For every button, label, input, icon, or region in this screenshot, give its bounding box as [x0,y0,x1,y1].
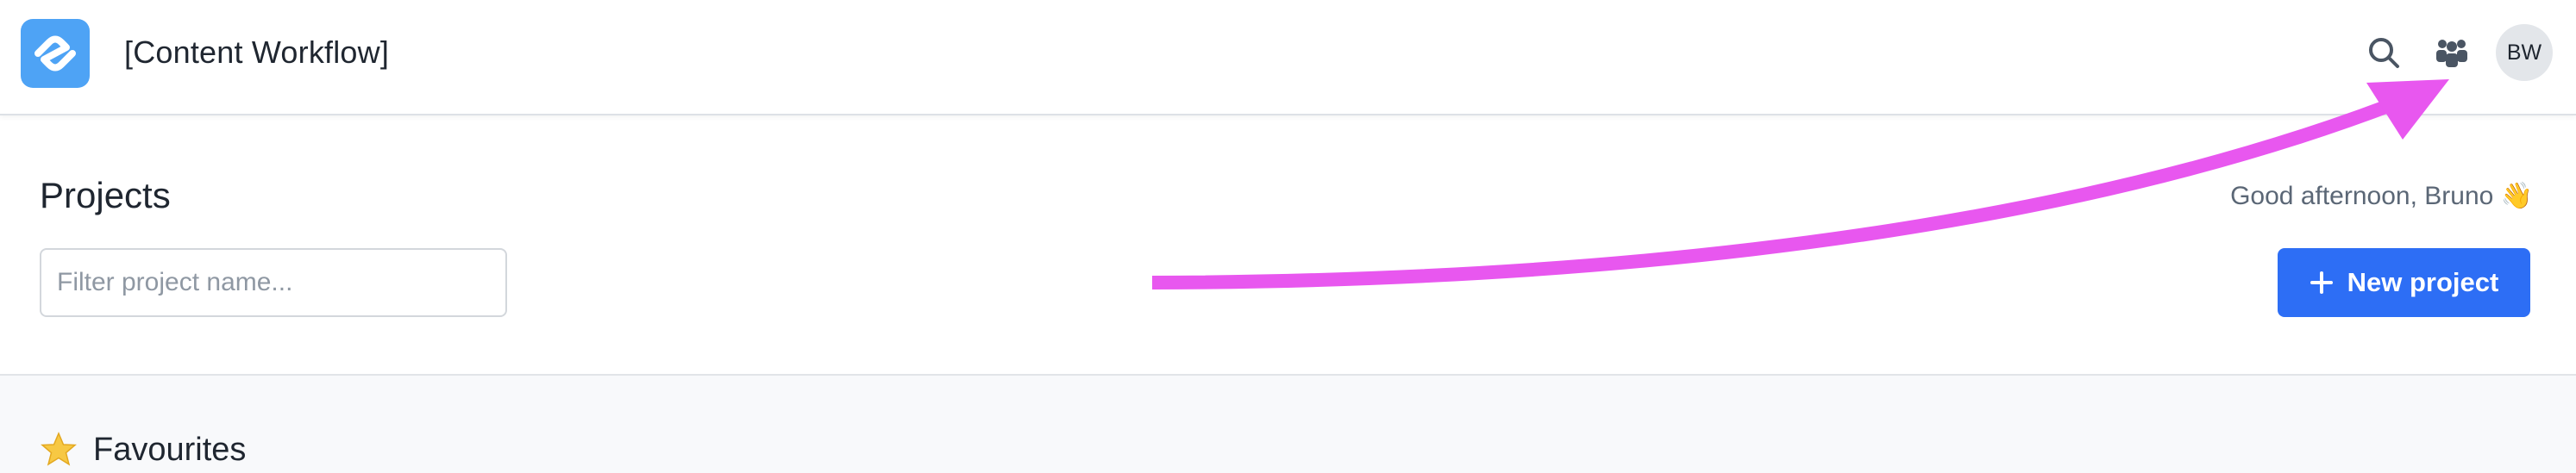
star-icon [40,431,78,469]
team-icon[interactable] [2430,32,2473,75]
new-project-label: New project [2347,267,2499,297]
projects-toolbar: Projects Good afternoon, Bruno 👋 New pro… [0,115,2576,376]
new-project-button[interactable]: New project [2278,248,2530,317]
favourites-heading: Favourites [93,432,247,468]
page-title: Projects [40,175,171,215]
app-title: [Content Workflow] [124,34,390,70]
plus-icon [2310,271,2334,295]
filter-project-input[interactable] [40,248,507,317]
app-logo-icon[interactable] [21,19,90,88]
user-avatar[interactable]: BW [2496,24,2553,81]
greeting-text: Good afternoon, Bruno 👋 [2230,182,2533,210]
app-header: [Content Workflow] BW [0,0,2576,115]
search-icon[interactable] [2363,32,2406,75]
